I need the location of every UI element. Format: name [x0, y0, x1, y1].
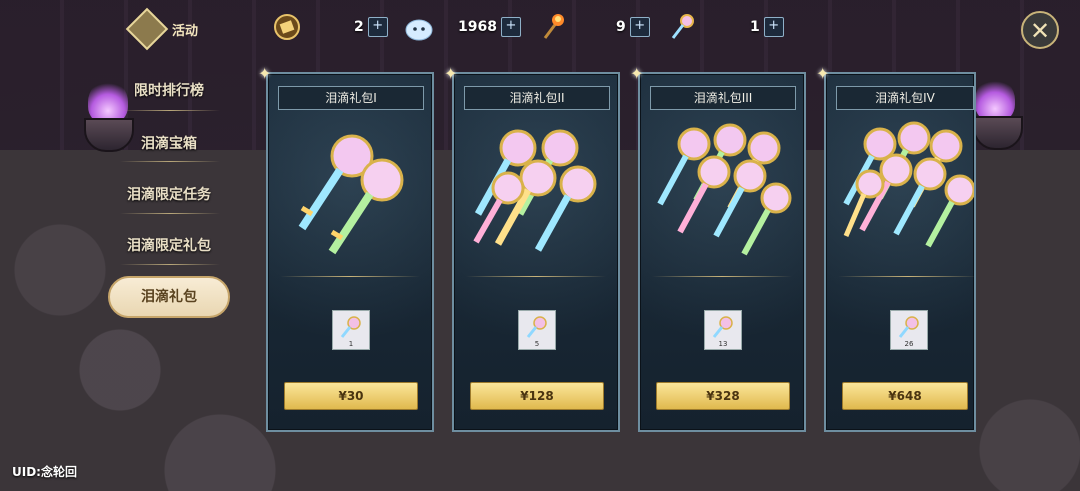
key-item-slot[interactable]: 5 — [518, 310, 556, 350]
activity-icon — [125, 7, 169, 51]
pack-title: 泪滴礼包III — [650, 86, 796, 110]
keys-illustration — [840, 118, 974, 298]
add-ticket-button[interactable]: + — [367, 17, 388, 37]
menu-divider — [120, 161, 220, 162]
key-icon — [898, 316, 919, 338]
key-icon — [668, 12, 698, 42]
buy-button[interactable]: ¥30 — [284, 382, 418, 410]
key-icon — [340, 316, 361, 338]
pack-title: 泪滴礼包I — [278, 86, 424, 110]
activity-tag: 活动 — [125, 7, 199, 51]
resource-key: 1 + — [668, 10, 784, 44]
add-torch-button[interactable]: + — [629, 17, 650, 37]
card-divider — [280, 276, 420, 277]
slime-icon — [404, 12, 434, 42]
menu-item-ranking[interactable]: 限时排行榜 — [94, 80, 244, 100]
menu-divider — [120, 213, 220, 214]
key-count: 1 — [750, 19, 760, 35]
pack-card-3: 泪滴礼包III 13 ¥328 — [638, 72, 806, 432]
rainbow-key-icon — [741, 182, 792, 256]
menu-item-tear-limited-pack[interactable]: 泪滴限定礼包 — [94, 235, 244, 255]
add-slime-button[interactable]: + — [500, 17, 521, 37]
pack-card-2: 泪滴礼包II 5 ¥128 — [452, 72, 620, 432]
key-item-slot[interactable]: 26 — [890, 310, 928, 350]
key-icon — [712, 316, 733, 338]
slime-count: 1968 — [458, 19, 497, 35]
pack-card-4: 泪滴礼包IV 26 ¥648 — [824, 72, 976, 432]
torch-icon — [538, 12, 568, 42]
torch-count: 9 — [616, 19, 626, 35]
pack-card-1: 泪滴礼包I 1 ¥30 — [266, 72, 434, 432]
menu-item-tear-chest[interactable]: 泪滴宝箱 — [94, 133, 244, 153]
key-item-slot[interactable]: 1 — [332, 310, 370, 350]
menu-divider — [120, 264, 220, 265]
card-divider — [466, 276, 606, 277]
user-id: UID:念轮回 — [12, 465, 77, 479]
card-divider — [652, 276, 792, 277]
keys-illustration — [282, 118, 422, 298]
resource-torch: 9 + — [538, 10, 650, 44]
buy-button[interactable]: ¥128 — [470, 382, 604, 410]
add-key-button[interactable]: + — [763, 17, 784, 37]
item-count: 26 — [904, 340, 914, 348]
resource-ticket: 2 + — [272, 10, 388, 44]
sparkle-icon: ✦ — [630, 64, 644, 83]
pack-title: 泪滴礼包II — [464, 86, 610, 110]
item-count: 13 — [718, 340, 728, 348]
buy-button[interactable]: ¥328 — [656, 382, 790, 410]
menu-item-tear-pack-active[interactable]: 泪滴礼包 — [108, 276, 230, 318]
close-button[interactable]: ✕ — [1021, 11, 1059, 49]
key-icon — [526, 316, 547, 338]
menu-item-tear-tasks[interactable]: 泪滴限定任务 — [94, 184, 244, 204]
buy-button[interactable]: ¥648 — [842, 382, 968, 410]
item-count: 1 — [348, 340, 354, 348]
item-count: 5 — [534, 340, 540, 348]
card-divider — [838, 276, 974, 277]
key-item-slot[interactable]: 13 — [704, 310, 742, 350]
keys-illustration — [654, 118, 794, 298]
ticket-count: 2 — [354, 19, 364, 35]
activity-label: 活动 — [172, 23, 199, 39]
sparkle-icon: ✦ — [444, 64, 458, 83]
sparkle-icon: ✦ — [816, 64, 830, 83]
sparkle-icon: ✦ — [258, 64, 272, 83]
ticket-icon — [272, 12, 302, 42]
resource-slime: 1968 + — [404, 10, 521, 44]
keys-illustration — [468, 118, 608, 298]
menu-divider — [120, 110, 220, 111]
pack-title: 泪滴礼包IV — [836, 86, 974, 110]
resource-bar: 2 + 1968 + 9 + 1 + — [270, 10, 810, 44]
